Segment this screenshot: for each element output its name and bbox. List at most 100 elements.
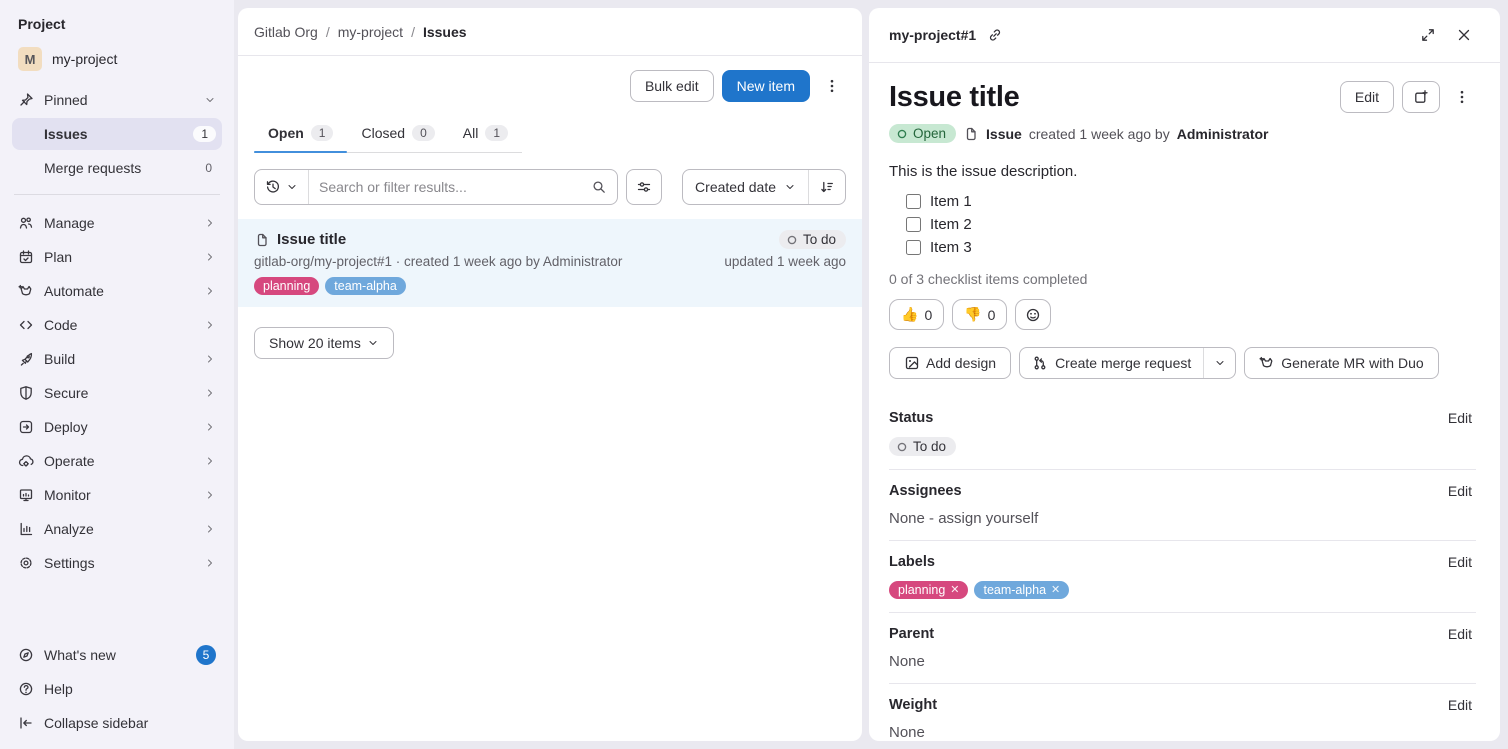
issue-title-link[interactable]: Issue title bbox=[277, 231, 346, 248]
sidebar-item-analyze[interactable]: Analyze bbox=[12, 513, 222, 545]
bulk-edit-button[interactable]: Bulk edit bbox=[630, 70, 714, 102]
checklist-summary: 0 of 3 checklist items completed bbox=[889, 271, 1476, 287]
issue-list-row[interactable]: Issue title To do gitlab-org/my-project#… bbox=[238, 219, 862, 307]
remove-label-icon[interactable]: ✕ bbox=[1051, 585, 1060, 596]
tab-label: All bbox=[463, 125, 479, 141]
tab-count-badge: 0 bbox=[412, 125, 435, 141]
search-settings-button[interactable] bbox=[626, 169, 662, 205]
created-text: created 1 week ago by bbox=[1029, 126, 1170, 142]
checklist-checkbox[interactable] bbox=[906, 240, 921, 255]
assignees-edit-button[interactable]: Edit bbox=[1444, 481, 1476, 501]
sidebar-item-label: Settings bbox=[44, 555, 194, 571]
close-drawer-button[interactable] bbox=[1450, 21, 1478, 49]
new-item-button[interactable]: New item bbox=[722, 70, 810, 102]
thumbs-down-count: 0 bbox=[988, 307, 996, 323]
sidebar-item-operate[interactable]: Operate bbox=[12, 445, 222, 477]
kebab-icon bbox=[1454, 89, 1470, 105]
tab-open[interactable]: Open 1 bbox=[254, 116, 347, 152]
breadcrumb-group[interactable]: Gitlab Org bbox=[254, 24, 318, 40]
sidebar-item-help[interactable]: Help bbox=[12, 673, 222, 705]
tanuki-ai-icon bbox=[18, 283, 34, 299]
status-edit-button[interactable]: Edit bbox=[1444, 408, 1476, 428]
label-planning[interactable]: planning bbox=[254, 277, 319, 295]
sidebar-pinned-toggle[interactable]: Pinned bbox=[12, 84, 222, 116]
issue-type-icon bbox=[963, 126, 979, 142]
tab-count-badge: 1 bbox=[485, 125, 508, 141]
page-size-label: Show 20 items bbox=[269, 335, 361, 351]
assignees-value[interactable]: None - assign yourself bbox=[889, 510, 1476, 527]
remove-label-icon[interactable]: ✕ bbox=[950, 585, 959, 596]
thumbs-up-button[interactable]: 👍 0 bbox=[889, 299, 944, 330]
calendar-icon bbox=[18, 249, 34, 265]
sort-direction-button[interactable] bbox=[808, 170, 845, 204]
sidebar-item-code[interactable]: Code bbox=[12, 309, 222, 341]
search-submit-button[interactable] bbox=[581, 170, 617, 204]
issue-actions-kebab-button[interactable] bbox=[1448, 81, 1476, 113]
generate-mr-with-duo-button[interactable]: Generate MR with Duo bbox=[1244, 347, 1438, 379]
sidebar-item-build[interactable]: Build bbox=[12, 343, 222, 375]
assignees-section: Assignees Edit None - assign yourself bbox=[889, 470, 1476, 541]
tab-all[interactable]: All 1 bbox=[449, 116, 522, 152]
expand-drawer-button[interactable] bbox=[1414, 21, 1442, 49]
sidebar-item-plan[interactable]: Plan bbox=[12, 241, 222, 273]
open-full-view-button[interactable] bbox=[1402, 81, 1440, 113]
create-merge-request-button[interactable]: Create merge request bbox=[1020, 348, 1203, 378]
sidebar-footer: What's new 5 Help Collapse sidebar bbox=[12, 637, 222, 739]
weight-section: Weight Edit None bbox=[889, 684, 1476, 741]
weight-edit-button[interactable]: Edit bbox=[1444, 695, 1476, 715]
label-team-alpha[interactable]: team-alpha bbox=[325, 277, 406, 295]
monitor-icon bbox=[18, 487, 34, 503]
page-size-dropdown[interactable]: Show 20 items bbox=[254, 327, 394, 359]
sidebar-item-monitor[interactable]: Monitor bbox=[12, 479, 222, 511]
users-icon bbox=[18, 215, 34, 231]
project-name: my-project bbox=[52, 51, 117, 67]
sidebar-item-secure[interactable]: Secure bbox=[12, 377, 222, 409]
sidebar-item-merge-requests[interactable]: Merge requests 0 bbox=[12, 152, 222, 184]
compass-icon bbox=[18, 647, 34, 663]
create-merge-request-label: Create merge request bbox=[1055, 355, 1191, 371]
thumbs-down-button[interactable]: 👎 0 bbox=[952, 299, 1007, 330]
checklist-checkbox[interactable] bbox=[906, 217, 921, 232]
gear-icon bbox=[18, 555, 34, 571]
merge-requests-count: 0 bbox=[205, 161, 216, 175]
sidebar-item-deploy[interactable]: Deploy bbox=[12, 411, 222, 443]
sidebar-item-label: Automate bbox=[44, 283, 194, 299]
sidebar-item-whats-new[interactable]: What's new 5 bbox=[12, 639, 222, 671]
chevron-right-icon bbox=[204, 455, 216, 467]
labels-edit-button[interactable]: Edit bbox=[1444, 552, 1476, 572]
sidebar-item-automate[interactable]: Automate bbox=[12, 275, 222, 307]
copy-link-button[interactable] bbox=[984, 21, 1006, 49]
tab-closed[interactable]: Closed 0 bbox=[347, 116, 448, 152]
create-merge-request-dropdown-toggle[interactable] bbox=[1203, 348, 1235, 378]
author-name[interactable]: Administrator bbox=[1177, 126, 1269, 142]
chevron-right-icon bbox=[204, 421, 216, 433]
sidebar-item-label: Merge requests bbox=[44, 160, 195, 176]
add-design-button[interactable]: Add design bbox=[889, 347, 1011, 379]
add-reaction-button[interactable] bbox=[1015, 299, 1051, 330]
chevron-right-icon bbox=[204, 489, 216, 501]
issue-detail-drawer: my-project#1 Issue title Edit bbox=[869, 8, 1500, 741]
recent-searches-button[interactable] bbox=[255, 170, 309, 204]
breadcrumb-project[interactable]: my-project bbox=[338, 24, 403, 40]
sidebar-item-settings[interactable]: Settings bbox=[12, 547, 222, 579]
issue-meta-text: gitlab-org/my-project#1 · created 1 week… bbox=[254, 254, 622, 269]
collapse-sidebar-button[interactable]: Collapse sidebar bbox=[12, 707, 222, 739]
sidebar-item-issues[interactable]: Issues 1 bbox=[12, 118, 222, 150]
list-actions-kebab-button[interactable] bbox=[818, 70, 846, 102]
checklist-checkbox[interactable] bbox=[906, 194, 921, 209]
checklist-item-label: Item 1 bbox=[930, 193, 972, 210]
issues-list-panel: Gitlab Org / my-project / Issues Bulk ed… bbox=[238, 8, 862, 741]
chevron-right-icon bbox=[204, 285, 216, 297]
label-planning[interactable]: planning ✕ bbox=[889, 581, 968, 599]
sidebar-item-manage[interactable]: Manage bbox=[12, 207, 222, 239]
sidebar-item-label: Build bbox=[44, 351, 194, 367]
sort-by-dropdown[interactable]: Created date bbox=[683, 170, 808, 204]
edit-issue-button[interactable]: Edit bbox=[1340, 81, 1394, 113]
label-team-alpha[interactable]: team-alpha ✕ bbox=[974, 581, 1069, 599]
sidebar-project-link[interactable]: M my-project bbox=[12, 42, 222, 76]
sidebar-item-label: Collapse sidebar bbox=[44, 715, 216, 731]
chevron-down-icon bbox=[784, 181, 796, 193]
rocket-icon bbox=[18, 351, 34, 367]
parent-edit-button[interactable]: Edit bbox=[1444, 624, 1476, 644]
search-input[interactable] bbox=[309, 179, 581, 195]
